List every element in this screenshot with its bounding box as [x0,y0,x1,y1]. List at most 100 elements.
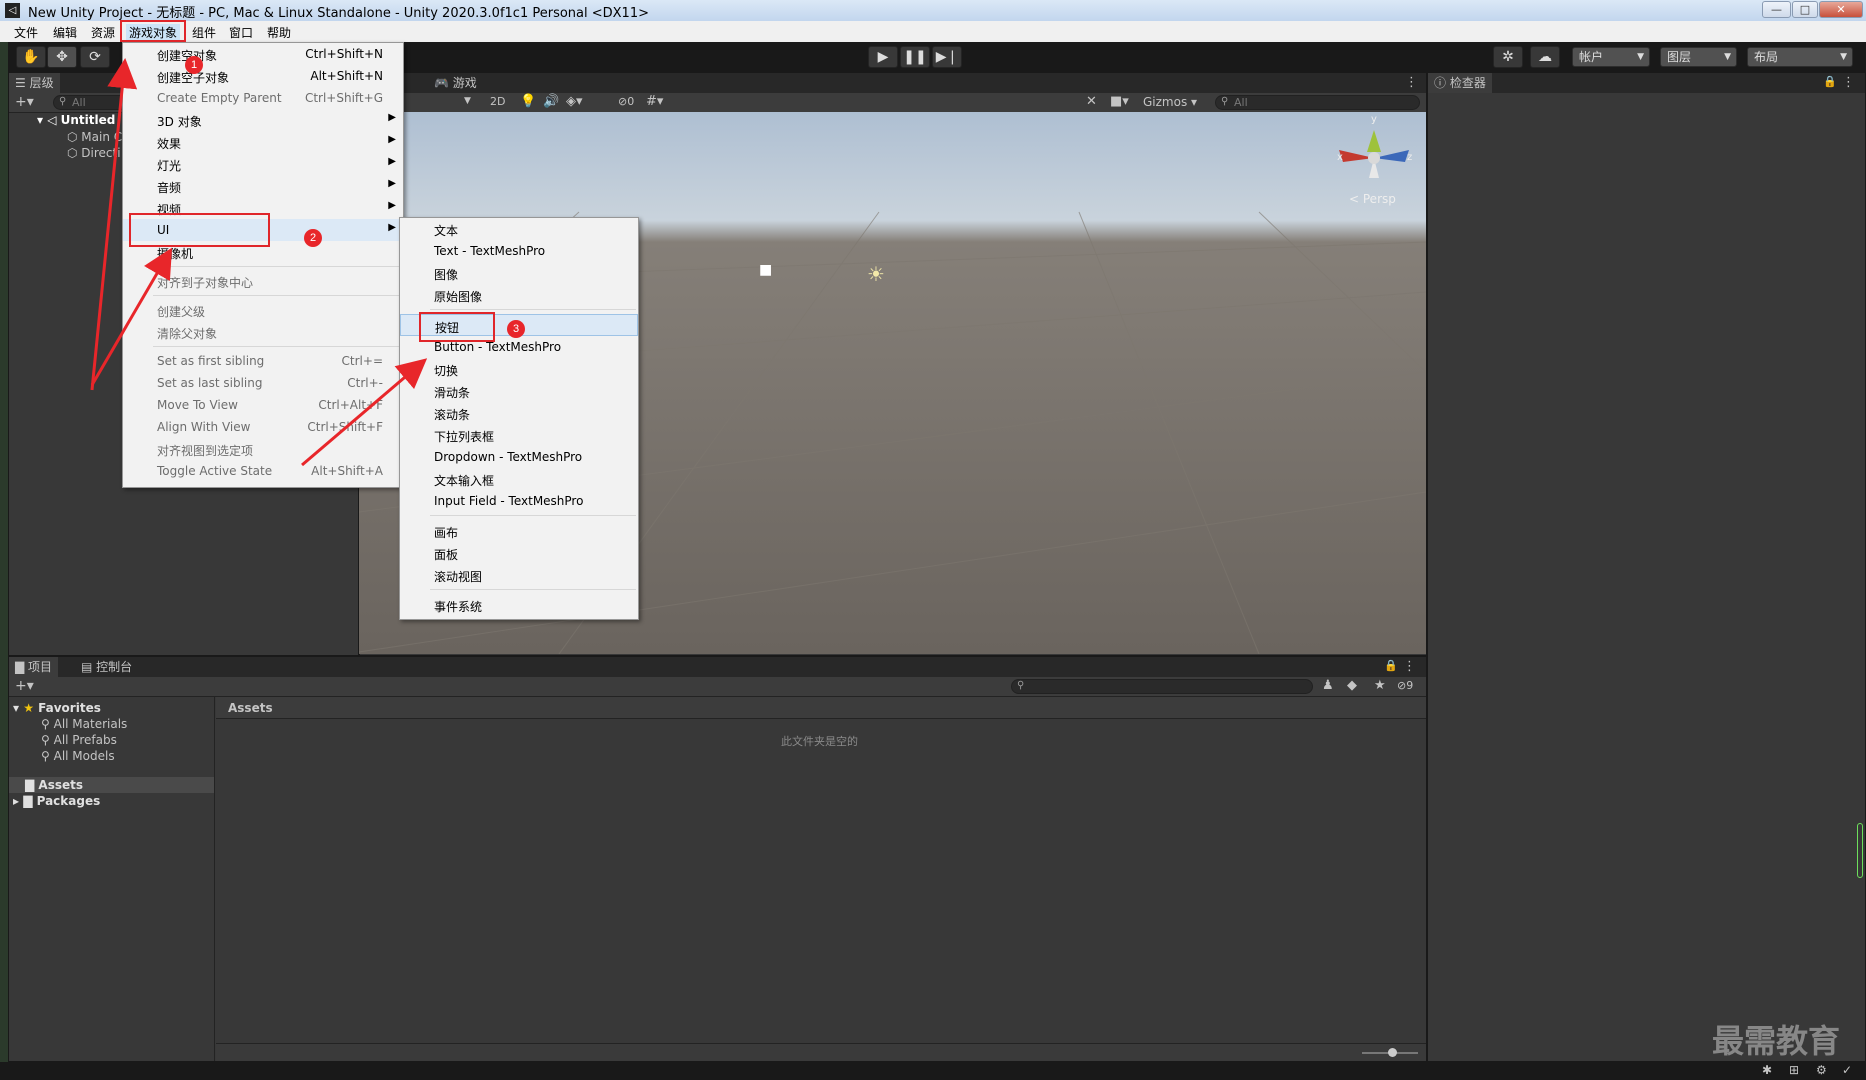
menu-item-set-last-sibling[interactable]: Set as last sibling Ctrl+- [123,372,403,394]
move-tool-icon[interactable]: ✥ [47,46,77,68]
gizmos-dropdown[interactable]: Gizmos ▾ [1143,95,1197,109]
chevron-down-icon[interactable]: ▼ [464,96,471,106]
filter-type-icon[interactable]: ♟ [1322,678,1334,693]
lighting-icon[interactable]: 💡 [520,94,536,109]
close-button[interactable]: ✕ [1819,1,1863,18]
menu-item-effects[interactable]: 效果 ▶ [123,131,403,153]
hand-tool-icon[interactable]: ✋ [16,46,46,68]
account-dropdown[interactable]: 帐户 ▼ [1572,47,1650,67]
network-icon[interactable]: ⊞ [1789,1063,1799,1077]
step-button[interactable]: ▶❘ [932,46,962,68]
submenu-item-scrollbar[interactable]: 滚动条 [400,402,638,424]
menu-item-create-empty-parent[interactable]: Create Empty Parent Ctrl+Shift+G [123,87,403,109]
submenu-item-canvas[interactable]: 画布 [400,520,638,542]
menu-item-clear-parent[interactable]: 清除父对象 [123,321,403,343]
menu-item-light[interactable]: 灯光 ▶ [123,153,403,175]
menu-item-set-first-sibling[interactable]: Set as first sibling Ctrl+= [123,350,403,372]
more-options-icon[interactable]: ⋮ [1403,659,1416,674]
lock-icon[interactable]: 🔒 [1823,75,1837,88]
submenu-item-input-field[interactable]: 文本输入框 [400,468,638,490]
more-options-icon[interactable]: ⋮ [1842,75,1855,90]
minimize-button[interactable]: — [1762,1,1791,18]
favorite-star-icon[interactable]: ★ [1374,678,1386,693]
menu-item-audio[interactable]: 音频 ▶ [123,175,403,197]
submenu-item-panel[interactable]: 面板 [400,542,638,564]
submenu-item-dropdown-tmp[interactable]: Dropdown - TextMeshPro [400,446,638,468]
tools-icon[interactable]: ✕ [1086,94,1097,109]
grid-icon[interactable]: #▾ [646,94,663,109]
persp-label[interactable]: < Persp [1349,192,1396,206]
menu-file[interactable]: 文件 [14,24,38,41]
more-options-icon[interactable]: ⋮ [1405,75,1418,90]
assets-row[interactable]: ▇ Assets [25,778,83,792]
effects-icon[interactable]: ◈▾ [566,94,583,109]
layout-dropdown[interactable]: 布局 ▼ [1747,47,1853,67]
submenu-item-scroll-view[interactable]: 滚动视图 [400,564,638,586]
menu-component[interactable]: 组件 [192,24,216,41]
tab-inspector[interactable]: ⓘ 检查器 [1428,73,1492,93]
volume-slider[interactable] [1857,823,1863,878]
tab-console[interactable]: ▤ 控制台 [75,657,138,677]
tab-project[interactable]: ▇ 项目 [9,657,59,677]
project-search-input[interactable]: ⚲ [1011,679,1313,694]
hidden-packages-counter[interactable]: ⊘9 [1397,679,1413,692]
camera-gizmo-icon[interactable]: ■ [759,262,772,278]
zoom-slider-handle[interactable] [1388,1048,1397,1057]
lock-icon[interactable]: 🔒 [1384,659,1398,672]
submenu-item-toggle[interactable]: 切换 [400,358,638,380]
submenu-item-raw-image[interactable]: 原始图像 [400,284,638,306]
maximize-button[interactable]: □ [1792,1,1818,18]
submenu-item-text-tmp[interactable]: Text - TextMeshPro [400,240,638,262]
light-gizmo-icon[interactable]: ☀ [867,262,885,286]
submenu-item-image[interactable]: 图像 [400,262,638,284]
submenu-item-event-system[interactable]: 事件系统 [400,594,638,616]
add-icon[interactable]: +▾ [15,678,34,694]
camera-icon[interactable]: ■▾ [1110,94,1129,109]
rotate-tool-icon[interactable]: ⟳ [80,46,110,68]
menu-assets[interactable]: 资源 [91,24,115,41]
settings-icon[interactable]: ⚙ [1816,1063,1827,1077]
pause-button[interactable]: ❚❚ [900,46,930,68]
list-item[interactable]: ⚲ All Models [41,749,115,763]
menu-item-3d-object[interactable]: 3D 对象 ▶ [123,109,403,131]
play-button[interactable]: ▶ [868,46,898,68]
menu-item-toggle-active-state[interactable]: Toggle Active State Alt+Shift+A [123,460,403,482]
menu-item-create-empty-child[interactable]: 创建空子对象 Alt+Shift+N [123,65,403,87]
bug-icon[interactable]: ✱ [1762,1063,1772,1077]
favorites-row[interactable]: ▾ ★ Favorites [13,701,101,715]
submenu-item-text[interactable]: 文本 [400,218,638,240]
list-item[interactable]: ⚲ All Prefabs [41,733,117,747]
menu-item-align-view-to-selected[interactable]: 对齐视图到选定项 [123,438,403,460]
tab-hierarchy[interactable]: ☰ 层级 [9,73,60,93]
scene-row[interactable]: ▾ ◁ Untitled [37,113,115,127]
audio-icon[interactable]: 🔊 [543,94,559,109]
submenu-item-dropdown[interactable]: 下拉列表框 [400,424,638,446]
breadcrumb-assets[interactable]: Assets [228,701,273,715]
scene-search-input[interactable]: ⚲ All [1215,95,1420,110]
menu-edit[interactable]: 编辑 [53,24,77,41]
menu-help[interactable]: 帮助 [267,24,291,41]
menu-item-move-to-view[interactable]: Move To View Ctrl+Alt+F [123,394,403,416]
collab-icon[interactable]: ✲ [1493,46,1523,68]
2d-toggle[interactable]: 2D [490,95,505,108]
layers-dropdown[interactable]: 图层 ▼ [1660,47,1737,67]
add-icon[interactable]: +▾ [15,94,34,110]
cloud-icon[interactable]: ☁ [1530,46,1560,68]
menu-item-create-empty[interactable]: 创建空对象 Ctrl+Shift+N [123,43,403,65]
hierarchy-item[interactable]: ⬡ Main C [67,130,122,144]
tab-game[interactable]: 🎮 游戏 [428,73,483,93]
hidden-objects-counter[interactable]: ⊘0 [618,95,634,108]
menu-item-shortcut: Ctrl+Shift+N [305,47,383,61]
menu-item-make-parent[interactable]: 创建父级 [123,299,403,321]
list-item[interactable]: ⚲ All Materials [41,717,127,731]
menu-window[interactable]: 窗口 [229,24,253,41]
packages-row[interactable]: ▸ ▇ Packages [13,794,100,808]
submenu-item-slider[interactable]: 滑动条 [400,380,638,402]
filter-label-icon[interactable]: ◆ [1347,678,1357,693]
menu-item-align-with-view[interactable]: Align With View Ctrl+Shift+F [123,416,403,438]
submenu-item-input-field-tmp[interactable]: Input Field - TextMeshPro [400,490,638,512]
hierarchy-tab-label: 层级 [29,76,54,90]
hierarchy-item[interactable]: ⬡ Directi [67,146,121,160]
menu-item-center-on-children[interactable]: 对齐到子对象中心 [123,270,403,292]
check-icon[interactable]: ✓ [1842,1063,1852,1077]
